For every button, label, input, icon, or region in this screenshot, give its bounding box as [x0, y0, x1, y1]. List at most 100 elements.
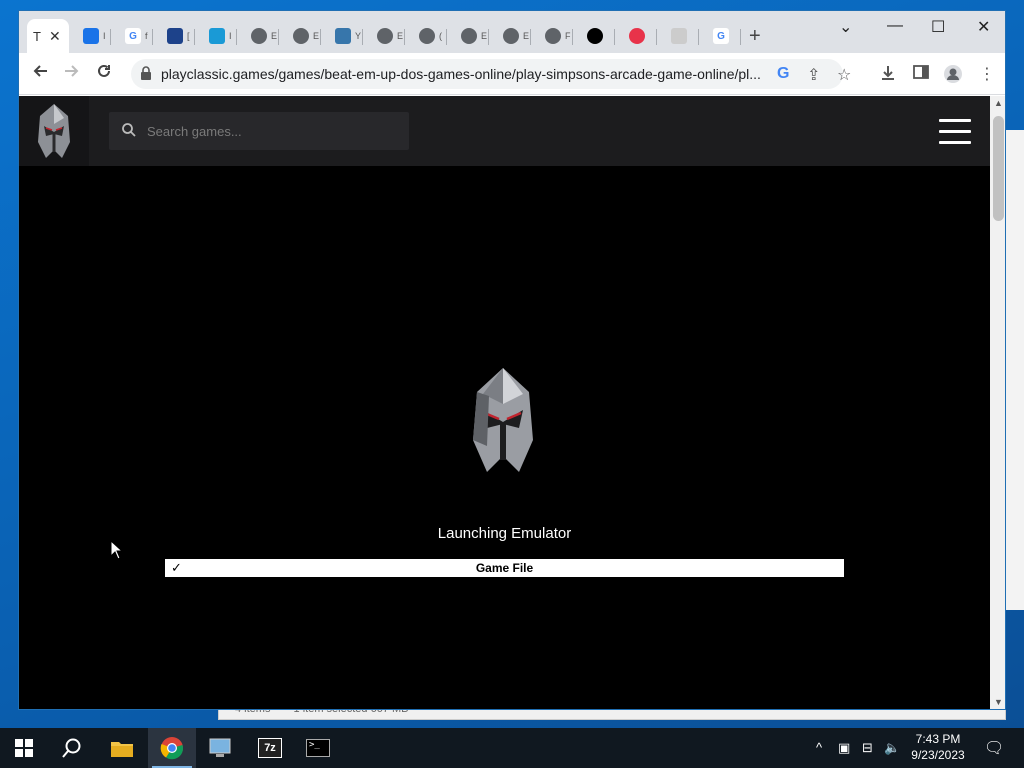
- search-input[interactable]: [147, 120, 397, 142]
- browser-tab[interactable]: I: [195, 19, 237, 53]
- globe-icon: [293, 28, 309, 44]
- tab-active-title: T: [33, 28, 41, 44]
- share-icon[interactable]: ⇪: [807, 65, 820, 85]
- browser-tab[interactable]: E: [363, 19, 405, 53]
- globe-icon: [377, 28, 393, 44]
- tab-title-truncated: (: [439, 31, 442, 41]
- file-explorer-taskbar[interactable]: [98, 728, 146, 768]
- network-icon[interactable]: ⊟: [862, 740, 873, 756]
- web-page: Launching Emulator ✓ Game File: [19, 96, 990, 709]
- search-icon: [122, 123, 136, 137]
- url-text: playclassic.games/games/beat-em-up-dos-g…: [161, 66, 761, 82]
- tab-title-truncated: I: [229, 31, 232, 41]
- globe-icon: [251, 28, 267, 44]
- start-button[interactable]: [0, 728, 48, 768]
- browser-tab[interactable]: E: [237, 19, 279, 53]
- red-circle-icon: [629, 28, 645, 44]
- tab-title-truncated: E: [313, 31, 320, 41]
- game-search-box: [109, 112, 409, 150]
- volume-muted-icon[interactable]: 🔈: [884, 740, 900, 756]
- tab-title-truncated: F: [565, 31, 571, 41]
- tab-title-truncated: E: [271, 31, 278, 41]
- 7zip-taskbar[interactable]: 7z: [246, 728, 294, 768]
- notification-center-icon[interactable]: 🗨: [984, 738, 1004, 758]
- browser-tab[interactable]: Y: [321, 19, 363, 53]
- minimize-button[interactable]: —: [887, 17, 903, 35]
- profile-avatar-icon[interactable]: [943, 64, 963, 89]
- terminal-taskbar[interactable]: >_: [294, 728, 342, 768]
- tab-title-truncated: E: [397, 31, 404, 41]
- tab-search-icon[interactable]: ⌄: [839, 17, 852, 37]
- google-icon: G: [125, 28, 141, 44]
- browser-tab[interactable]: F: [531, 19, 573, 53]
- monitor-icon: [209, 738, 231, 757]
- emulator-logo: [473, 368, 533, 472]
- tab-strip: T ✕ I Gf [I E E Y E (E E F G + ⌄ — ☐ ✕: [19, 11, 1005, 53]
- site-logo[interactable]: [19, 96, 89, 166]
- back-button[interactable]: [31, 62, 49, 85]
- back-arrow-icon: [33, 65, 47, 77]
- page-scrollbar[interactable]: ▲ ▼: [990, 96, 1005, 709]
- tab-title-truncated: [: [187, 31, 190, 41]
- menu-kebab-icon[interactable]: ⋮: [979, 64, 995, 84]
- browser-tab[interactable]: E: [489, 19, 531, 53]
- tray-app-icon[interactable]: ▣: [838, 740, 850, 756]
- browser-tab[interactable]: [657, 19, 699, 53]
- browser-toolbar: playclassic.games/games/beat-em-up-dos-g…: [19, 53, 1005, 95]
- browser-tab[interactable]: I: [69, 19, 111, 53]
- downloads-icon[interactable]: [879, 64, 897, 87]
- browser-tab[interactable]: [615, 19, 657, 53]
- google-lens-icon[interactable]: G: [777, 65, 789, 83]
- search-icon: [62, 738, 81, 758]
- launch-status-text: Launching Emulator: [437, 525, 572, 542]
- tab-title-truncated: E: [523, 31, 530, 41]
- browser-tab[interactable]: Gf: [111, 19, 153, 53]
- scroll-up-arrow-icon[interactable]: ▲: [994, 98, 1003, 108]
- spartan-helmet-icon: [38, 104, 70, 158]
- bookmark-star-icon[interactable]: ☆: [837, 65, 851, 85]
- google-icon: G: [713, 28, 729, 44]
- scrollbar-thumb[interactable]: [993, 116, 1004, 221]
- app-icon: [209, 28, 225, 44]
- tab-title-truncated: f: [145, 31, 148, 41]
- side-panel-icon[interactable]: [913, 64, 929, 85]
- tab-title-truncated: E: [481, 31, 488, 41]
- globe-icon: [503, 28, 519, 44]
- clock-date: 9/23/2023: [911, 748, 965, 762]
- chrome-taskbar[interactable]: [148, 728, 196, 768]
- github-icon: [587, 28, 603, 44]
- tab-title-truncated: I: [103, 31, 106, 41]
- remote-desktop-taskbar[interactable]: [196, 728, 244, 768]
- 7zip-icon: 7z: [258, 738, 282, 758]
- globe-icon: [461, 28, 477, 44]
- reload-button[interactable]: [95, 62, 113, 85]
- browser-tab[interactable]: [573, 19, 615, 53]
- taskbar-search-button[interactable]: [48, 728, 96, 768]
- reload-icon: [98, 64, 110, 77]
- browser-tab[interactable]: E: [279, 19, 321, 53]
- hamburger-menu-icon[interactable]: [939, 119, 971, 145]
- site-header: [19, 96, 990, 166]
- browser-tab[interactable]: [: [153, 19, 195, 53]
- vmware-icon: [167, 28, 183, 44]
- taskbar-clock[interactable]: 7:43 PM 9/23/2023: [906, 731, 970, 763]
- python-icon: [335, 28, 351, 44]
- progress-label: Game File: [475, 561, 534, 575]
- tab-active[interactable]: T ✕: [27, 19, 69, 53]
- tray-chevron-icon[interactable]: ^: [816, 740, 822, 755]
- browser-tab[interactable]: G: [699, 19, 741, 53]
- scroll-down-arrow-icon[interactable]: ▼: [994, 697, 1003, 707]
- new-tab-button[interactable]: +: [749, 25, 761, 48]
- forward-arrow-icon: [65, 65, 79, 77]
- close-tab-icon[interactable]: ✕: [49, 28, 61, 45]
- browser-tab[interactable]: (: [405, 19, 447, 53]
- browser-tab[interactable]: E: [447, 19, 489, 53]
- forward-button[interactable]: [63, 62, 81, 85]
- address-bar[interactable]: playclassic.games/games/beat-em-up-dos-g…: [131, 59, 851, 89]
- tab-separator: [740, 29, 741, 45]
- windows-logo-icon: [15, 739, 33, 757]
- chrome-window: T ✕ I Gf [I E E Y E (E E F G + ⌄ — ☐ ✕ playclassic…: [18, 10, 1006, 710]
- game-file-progress-bar: ✓ Game File: [165, 559, 844, 577]
- maximize-button[interactable]: ☐: [931, 17, 945, 37]
- close-window-button[interactable]: ✕: [977, 17, 990, 37]
